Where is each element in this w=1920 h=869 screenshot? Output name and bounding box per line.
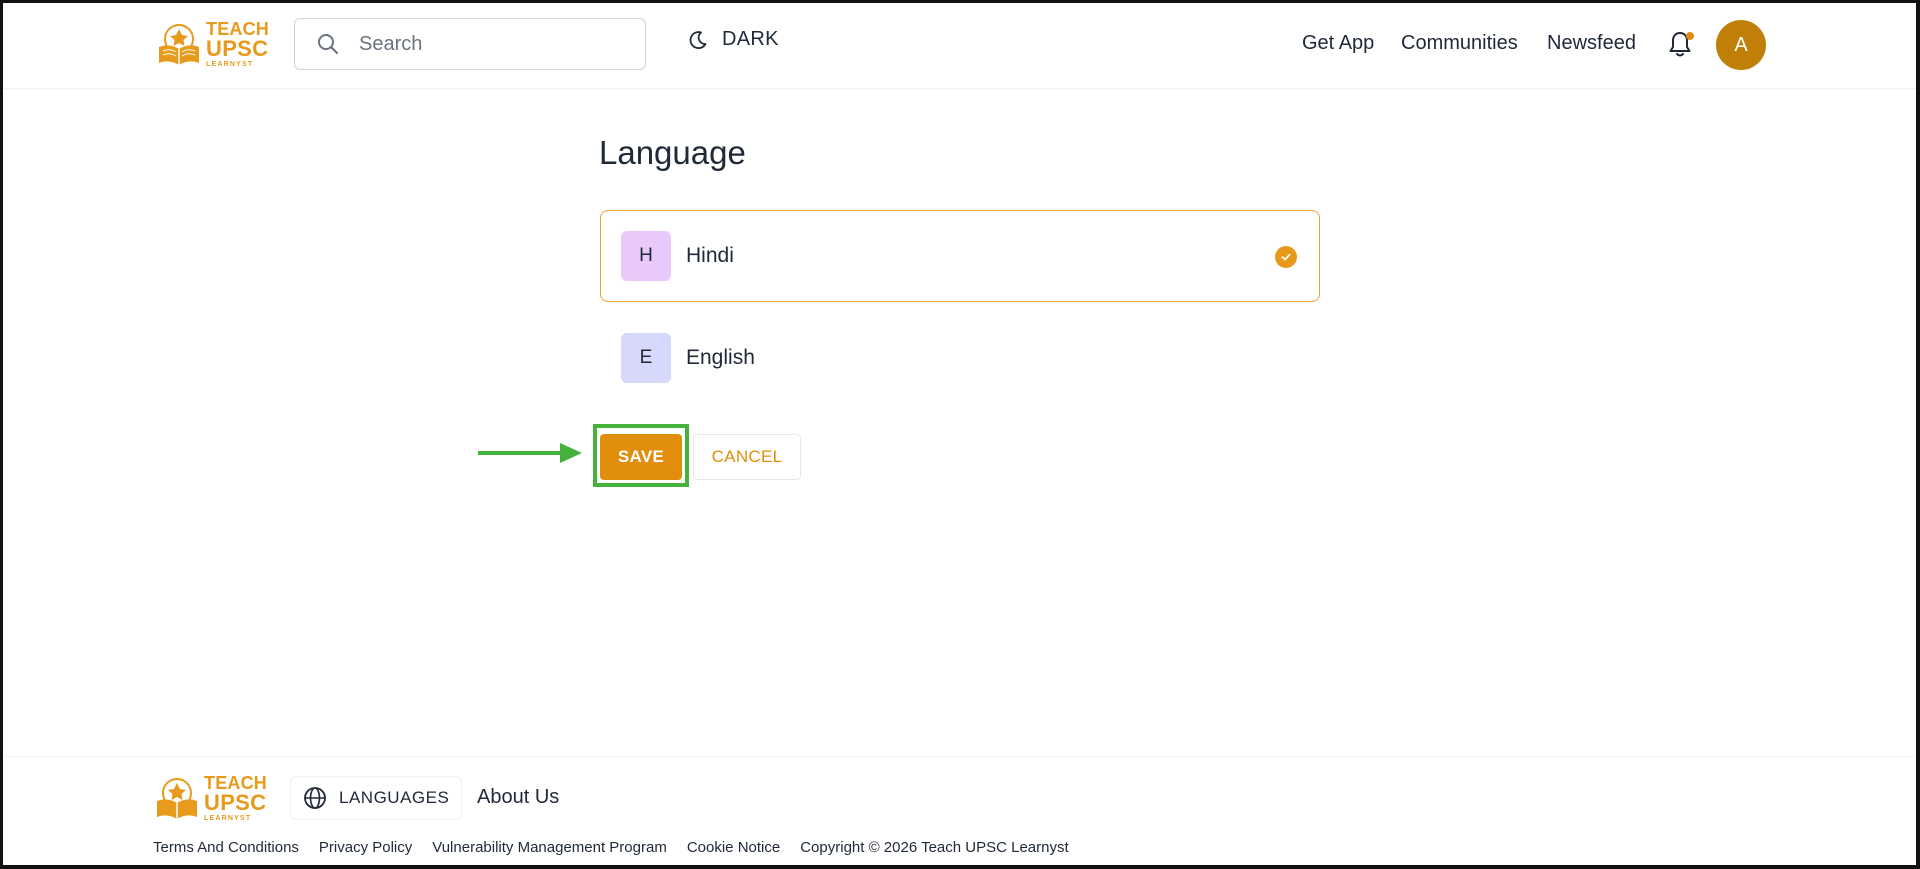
vulnerability-program-link[interactable]: Vulnerability Management Program (432, 839, 667, 856)
nav-communities[interactable]: Communities (1401, 32, 1518, 55)
nav-get-app[interactable]: Get App (1302, 32, 1374, 55)
dark-mode-label: DARK (722, 28, 779, 50)
logo-wordmark: TEACH UPSC LEARNYST (206, 20, 269, 68)
language-initial-badge: E (621, 333, 671, 383)
privacy-policy-link[interactable]: Privacy Policy (319, 839, 412, 856)
languages-button[interactable]: LANGUAGES (290, 776, 463, 820)
cancel-button[interactable]: CANCEL (693, 434, 801, 480)
copyright-text: Copyright © 2026 Teach UPSC Learnyst (800, 839, 1069, 856)
notifications-button[interactable] (1668, 30, 1694, 60)
save-button[interactable]: SAVE (600, 434, 682, 480)
cookie-notice-link[interactable]: Cookie Notice (687, 839, 780, 856)
terms-link[interactable]: Terms And Conditions (153, 839, 299, 856)
search-icon (318, 34, 338, 54)
languages-label: LANGUAGES (339, 788, 450, 807)
language-label: English (686, 346, 755, 369)
language-option-english[interactable]: E English (600, 312, 1320, 404)
language-option-hindi[interactable]: H Hindi (600, 210, 1320, 302)
top-navbar: TEACH UPSC LEARNYST DARK Get App Communi… (0, 0, 1920, 89)
site-logo[interactable]: TEACH UPSC LEARNYST (156, 20, 269, 68)
search-box[interactable] (294, 18, 646, 70)
logo-line-3: LEARNYST (206, 61, 254, 68)
logo-line-2: UPSC (206, 36, 269, 61)
page-title: Language (599, 134, 746, 171)
annotation-arrow-icon (478, 443, 582, 463)
language-initial-badge: H (621, 231, 671, 281)
logo-book-icon (157, 778, 197, 819)
dark-mode-toggle[interactable]: DARK (688, 28, 779, 51)
screenshot-frame (0, 0, 1920, 869)
logo-line-3: LEARNYST (204, 815, 252, 822)
globe-icon (304, 787, 326, 809)
selected-check-icon (1275, 246, 1297, 268)
notification-dot (1686, 32, 1694, 40)
logo-line-2: UPSC (204, 790, 267, 815)
footer-logo[interactable]: TEACH UPSC LEARNYST (154, 774, 267, 822)
language-label: Hindi (686, 244, 734, 267)
footer-links: Terms And Conditions Privacy Policy Vuln… (153, 839, 1069, 856)
user-avatar[interactable]: A (1716, 20, 1766, 70)
logo-wordmark: TEACH UPSC LEARNYST (204, 774, 267, 822)
search-input[interactable] (357, 31, 641, 57)
moon-icon (689, 30, 707, 49)
nav-newsfeed[interactable]: Newsfeed (1547, 32, 1636, 55)
logo-book-icon (159, 24, 199, 65)
about-us-link[interactable]: About Us (477, 786, 559, 809)
